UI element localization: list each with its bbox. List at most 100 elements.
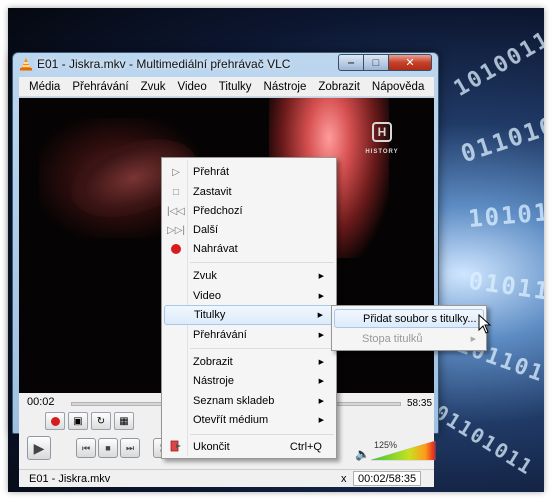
menu-item-label: Titulky <box>194 309 226 321</box>
menu-video[interactable]: Video <box>172 81 213 93</box>
previous-icon: |◁◁ <box>167 205 185 217</box>
status-bar: E01 - Jiskra.mkv x 00:02/58:35 <box>19 469 434 487</box>
submenu-arrow-icon: ▶ <box>318 273 324 280</box>
play-icon: ▶ <box>33 439 45 456</box>
menu-separator <box>190 262 334 263</box>
submenu-arrow-icon: ▶ <box>318 378 324 385</box>
film-icon: ▦ <box>119 415 129 427</box>
menu-item-open-media[interactable]: Otevřít médium ▶ <box>164 410 334 430</box>
menu-media[interactable]: Média <box>23 81 66 93</box>
submenu-arrow-icon: ▶ <box>318 359 324 366</box>
status-filename: E01 - Jiskra.mkv <box>29 473 111 485</box>
menu-item-label: Video <box>193 290 221 302</box>
title-bar[interactable]: E01 - Jiskra.mkv - Multimediální přehráv… <box>13 53 438 75</box>
menu-item-next[interactable]: ▷▷| Další <box>164 220 334 240</box>
menu-item-stop[interactable]: □ Zastavit <box>164 182 334 202</box>
menu-item-add-subtitle-file[interactable]: Přidat soubor s titulky... <box>334 309 484 328</box>
volume-percent: 125% <box>374 440 398 450</box>
wallpaper-pattern: 1010100101 <box>467 190 544 234</box>
snapshot-button[interactable]: ▣ <box>68 412 88 430</box>
frame-step-button[interactable]: ▦ <box>114 412 134 430</box>
menu-item-subtitles[interactable]: Titulky ▶ <box>164 305 334 325</box>
menu-playback[interactable]: Přehrávání <box>66 81 134 93</box>
menu-item-shortcut: Ctrl+Q <box>289 441 322 453</box>
loop-ab-button[interactable]: ↻ <box>91 412 111 430</box>
time-elapsed: 00:02 <box>27 396 55 408</box>
wallpaper-pattern: 01101011 <box>430 400 539 480</box>
menu-item-audio[interactable]: Zvuk ▶ <box>164 266 334 286</box>
menu-item-label: Předchozí <box>193 205 243 217</box>
wallpaper-pattern: 011010011 <box>457 95 544 169</box>
menu-item-label: Nahrávat <box>193 243 238 255</box>
stop-icon: □ <box>172 186 180 198</box>
history-logo-icon: H <box>372 122 392 142</box>
menu-item-label: Seznam skladeb <box>193 395 275 407</box>
menu-item-tools[interactable]: Nástroje ▶ <box>164 371 334 391</box>
menu-item-label: Zobrazit <box>193 356 233 368</box>
maximize-button[interactable]: □ <box>364 54 389 71</box>
menu-audio[interactable]: Zvuk <box>135 81 172 93</box>
status-time[interactable]: 00:02/58:35 <box>353 471 422 486</box>
menu-item-previous[interactable]: |◁◁ Předchozí <box>164 201 334 221</box>
menu-item-label: Přidat soubor s titulky... <box>363 312 477 325</box>
submenu-arrow-icon: ▶ <box>318 332 324 339</box>
play-button[interactable]: ▶ <box>27 436 51 460</box>
menu-item-label: Zastavit <box>193 186 232 198</box>
record-button[interactable] <box>45 412 65 430</box>
next-button[interactable]: ⏭ <box>120 438 140 458</box>
menu-item-quit[interactable]: Ukončit Ctrl+Q <box>164 437 334 457</box>
status-speed[interactable]: x <box>341 473 347 485</box>
channel-logo: H HISTORY <box>359 122 405 156</box>
mouse-cursor-icon <box>478 314 492 334</box>
menu-item-label: Stopa titulků <box>362 332 423 345</box>
menu-item-play[interactable]: ▷ Přehrát <box>164 162 334 182</box>
vlc-cone-icon <box>20 58 32 71</box>
menu-item-label: Přehrávání <box>193 329 247 341</box>
submenu-arrow-icon: ▶ <box>318 398 324 405</box>
menu-separator <box>190 434 334 435</box>
wallpaper-pattern: 10100110 <box>449 19 544 102</box>
time-remaining: 58:35 <box>407 398 433 409</box>
next-icon: ▷▷| <box>167 224 185 236</box>
stop-icon: ■ <box>105 443 111 453</box>
channel-logo-text: HISTORY <box>365 149 399 155</box>
menu-item-label: Zvuk <box>193 270 217 282</box>
menu-item-playback[interactable]: Přehrávání ▶ <box>164 325 334 345</box>
subtitles-submenu: Přidat soubor s titulky... Stopa titulků… <box>331 305 487 351</box>
submenu-arrow-icon: ▶ <box>318 293 324 300</box>
menu-help[interactable]: Nápověda <box>366 81 430 93</box>
minimize-icon: ‒ <box>347 56 355 69</box>
loop-icon: ↻ <box>96 415 106 427</box>
menu-item-view[interactable]: Zobrazit ▶ <box>164 352 334 372</box>
menu-item-label: Přehrát <box>193 166 230 178</box>
close-icon: ✕ <box>405 57 415 69</box>
menu-item-label: Ukončit <box>193 441 230 453</box>
close-button[interactable]: ✕ <box>389 54 432 71</box>
stop-button[interactable]: ■ <box>98 438 118 458</box>
menu-tools[interactable]: Nástroje <box>258 81 313 93</box>
menu-bar: Média Přehrávání Zvuk Video Titulky Nást… <box>19 77 434 97</box>
quit-icon <box>166 440 186 455</box>
play-icon: ▷ <box>172 166 180 178</box>
context-menu: ▷ Přehrát □ Zastavit |◁◁ Předchozí ▷▷| D… <box>161 157 337 459</box>
maximize-icon: □ <box>372 56 380 69</box>
menu-item-record[interactable]: Nahrávat <box>164 239 334 259</box>
previous-icon: ⏮ <box>81 442 91 453</box>
menu-item-playlist[interactable]: Seznam skladeb ▶ <box>164 391 334 411</box>
next-icon: ⏭ <box>125 442 135 453</box>
menu-item-video[interactable]: Video ▶ <box>164 286 334 306</box>
menu-view[interactable]: Zobrazit <box>312 81 366 93</box>
minimize-button[interactable]: ‒ <box>338 54 364 71</box>
menu-separator <box>190 348 334 349</box>
previous-button[interactable]: ⏮ <box>76 438 96 458</box>
menu-item-label: Další <box>193 224 219 236</box>
submenu-arrow-icon: ▶ <box>470 335 476 343</box>
submenu-arrow-icon: ▶ <box>317 312 323 319</box>
menu-item-label: Otevřít médium <box>193 414 269 426</box>
menu-item-subtitle-track: Stopa titulků ▶ <box>334 329 484 348</box>
window-title: E01 - Jiskra.mkv - Multimediální přehráv… <box>37 57 291 71</box>
speaker-icon[interactable]: 🔈 <box>355 447 370 461</box>
menu-item-label: Nástroje <box>193 375 234 387</box>
submenu-arrow-icon: ▶ <box>318 417 324 424</box>
menu-subtitles[interactable]: Titulky <box>213 81 258 93</box>
